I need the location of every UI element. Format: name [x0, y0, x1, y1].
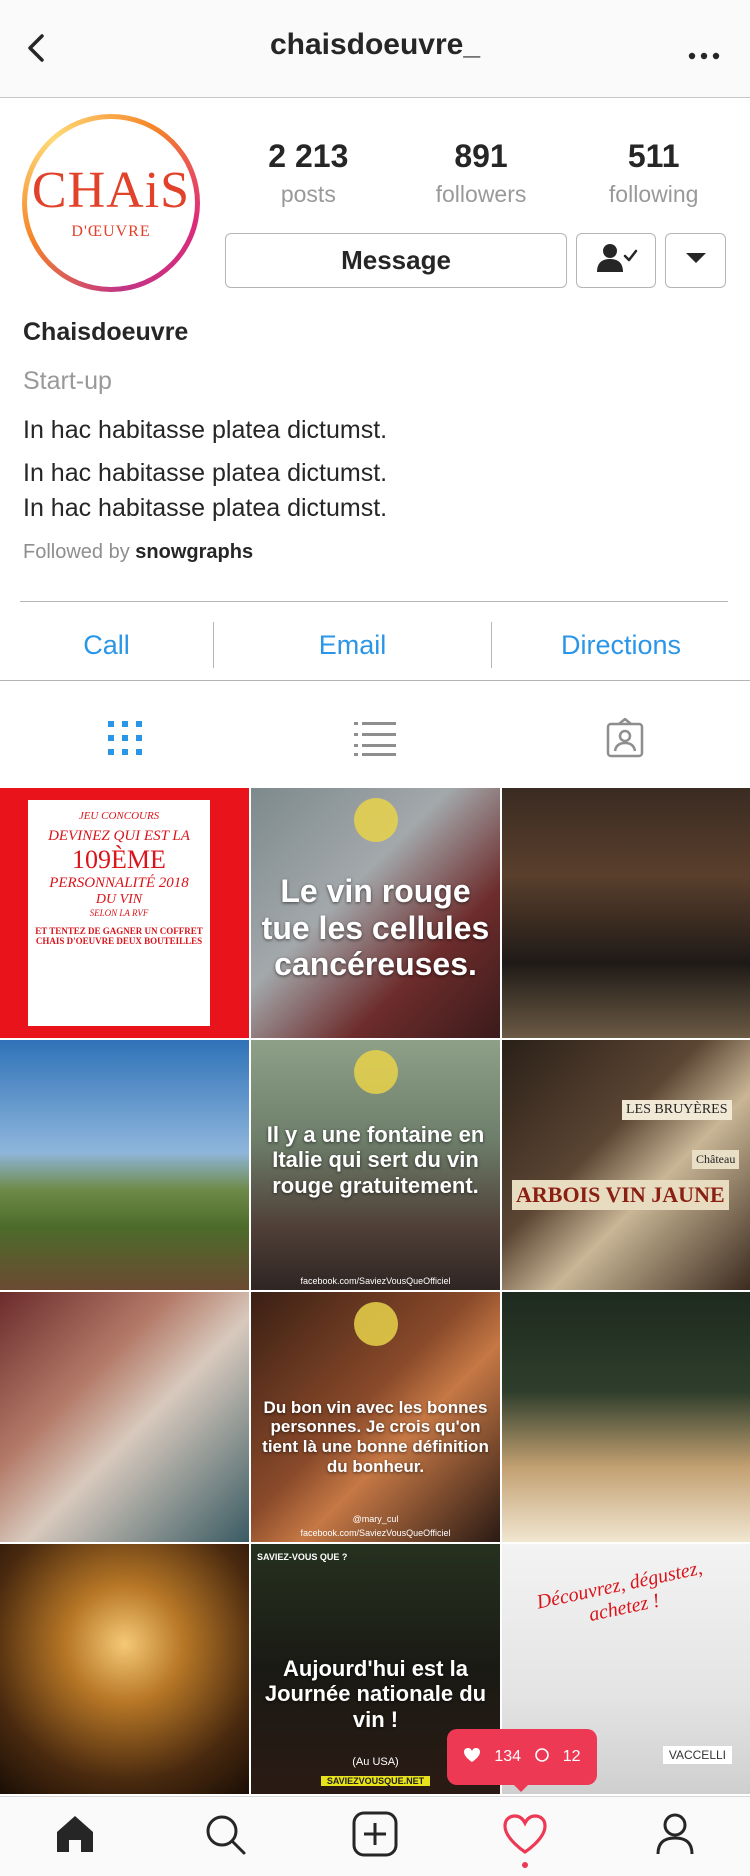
add-post-icon [351, 1810, 399, 1863]
post-text: VACCELLI [662, 1746, 732, 1764]
post-tile[interactable] [0, 1544, 249, 1794]
post-footer: facebook.com/SaviezVousQueOfficiel [300, 1528, 451, 1538]
profile-tabs [0, 700, 750, 780]
post-text: PERSONNALITÉ 2018 [49, 875, 189, 891]
stat-posts[interactable]: 2 213 posts [222, 138, 395, 208]
post-text: SAVIEZ-VOUS QUE ? [257, 1552, 348, 1562]
top-bar: chaisdoeuvre_ [0, 0, 750, 98]
profile-avatar[interactable]: CHAiS D'ŒUVRE [22, 114, 200, 292]
grid-icon [105, 718, 145, 763]
activity-notification[interactable]: 134 12 [447, 1729, 597, 1785]
logo-text: CHAiS [31, 162, 191, 219]
bulb-icon [353, 1302, 398, 1346]
post-text: 109ÈME [72, 845, 166, 874]
chevron-down-icon [684, 251, 708, 270]
post-text: Aujourd'hui est la Journée nationale du … [264, 1656, 487, 1732]
tab-list[interactable] [250, 700, 500, 780]
activity-dot [522, 1862, 528, 1868]
search-icon [203, 1812, 247, 1861]
bio-line: In hac habitasse platea dictumst. [23, 494, 388, 522]
stat-label: following [608, 181, 699, 207]
profile-stats: 2 213 posts 891 followers 511 following [222, 138, 740, 208]
home-icon [53, 1812, 97, 1861]
post-text: Château [692, 1150, 740, 1169]
following-button[interactable] [576, 233, 656, 288]
post-text: DEVINEZ QUI EST LA [48, 828, 190, 844]
followed-by[interactable]: Followed by snowgraphs [23, 541, 723, 564]
stat-value: 511 [627, 138, 680, 174]
nav-home[interactable] [0, 1797, 150, 1876]
email-button[interactable]: Email [214, 630, 491, 661]
heart-icon [463, 1747, 481, 1768]
post-grid: JEU CONCOURS DEVINEZ QUI EST LA 109ÈME P… [0, 788, 750, 1794]
followed-by-prefix: Followed by [23, 541, 130, 563]
post-tile[interactable] [0, 1040, 249, 1290]
comment-icon [534, 1747, 550, 1768]
post-tile[interactable]: Du bon vin avec les bonnes personnes. Je… [251, 1292, 500, 1542]
tab-tagged[interactable] [500, 700, 750, 780]
bulb-icon [353, 1050, 398, 1094]
tagged-icon [606, 716, 644, 763]
post-footer: SAVIEZVOUSQUE.NET [321, 1776, 430, 1786]
post-tile[interactable]: Le vin rouge tue les cellules cancéreuse… [251, 788, 500, 1038]
likes-count: 134 [494, 1748, 522, 1765]
nav-search[interactable] [150, 1797, 300, 1876]
post-text: SELON LA RVF [89, 908, 149, 918]
post-tile[interactable]: Il y a une fontaine en Italie qui sert d… [251, 1040, 500, 1290]
contest-card: JEU CONCOURS DEVINEZ QUI EST LA 109ÈME P… [28, 800, 210, 1026]
directions-button[interactable]: Directions [492, 630, 750, 661]
user-check-icon [594, 242, 638, 279]
post-tile[interactable] [502, 788, 750, 1038]
logo-subtext: D'ŒUVRE [71, 223, 151, 240]
profile-name: Chaisdoeuvre [23, 318, 189, 346]
brand-logo: CHAiS D'ŒUVRE [31, 123, 191, 283]
followed-by-user[interactable]: snowgraphs [135, 541, 253, 563]
list-icon [354, 720, 396, 761]
post-text: ARBOIS VIN JAUNE [512, 1180, 729, 1210]
profile-username: chaisdoeuvre_ [269, 28, 481, 61]
post-text: Découvrez, dégustez, achetez ! [534, 1556, 705, 1626]
post-handle: @mary_cul [352, 1514, 399, 1524]
divider [20, 601, 728, 602]
post-text: Du bon vin avec les bonnes personnes. Je… [262, 1397, 489, 1476]
stat-value: 2 213 [268, 138, 349, 174]
profile-bio: Chaisdoeuvre Start-up In hac habitasse p… [23, 318, 723, 564]
message-button[interactable]: Message [225, 233, 567, 288]
divider [0, 680, 750, 681]
post-text: Le vin rouge tue les cellules cancéreuse… [261, 872, 490, 983]
nav-activity[interactable] [450, 1797, 600, 1876]
post-text: CHAIS D'OEUVRE DEUX BOUTEILLES [35, 936, 203, 946]
profile-icon [655, 1812, 695, 1861]
more-options-icon[interactable] [684, 34, 724, 64]
nav-add[interactable] [300, 1797, 450, 1876]
call-button[interactable]: Call [0, 630, 213, 661]
tab-grid[interactable] [0, 700, 250, 780]
profile-category: Start-up [23, 367, 112, 395]
suggestions-dropdown-button[interactable] [665, 233, 726, 288]
post-tile[interactable] [0, 1292, 249, 1542]
post-text: DU VIN [95, 892, 143, 907]
stat-label: posts [280, 181, 336, 207]
stat-value: 891 [454, 138, 508, 174]
stat-following[interactable]: 511 following [567, 138, 740, 208]
post-text: Il y a une fontaine en Italie qui sert d… [266, 1122, 485, 1198]
bulb-icon [353, 798, 398, 842]
contact-bar: Call Email Directions [0, 610, 750, 680]
bio-line: In hac habitasse platea dictumst. [23, 416, 388, 444]
stat-followers[interactable]: 891 followers [395, 138, 568, 208]
post-tile[interactable]: ARBOIS VIN JAUNE LES BRUYÈRES Château [502, 1040, 750, 1290]
post-text: ET TENTEZ DE GAGNER UN COFFRET [35, 926, 203, 936]
notification-tail [511, 1782, 531, 1792]
comments-count: 12 [562, 1748, 581, 1765]
heart-outline-icon [502, 1813, 548, 1860]
post-text: JEU CONCOURS [78, 810, 160, 822]
post-text: LES BRUYÈRES [622, 1100, 732, 1120]
post-footer: facebook.com/SaviezVousQueOfficiel [300, 1276, 451, 1286]
post-tile[interactable]: JEU CONCOURS DEVINEZ QUI EST LA 109ÈME P… [0, 788, 249, 1038]
stat-label: followers [435, 181, 527, 207]
bottom-nav [0, 1796, 750, 1876]
nav-profile[interactable] [600, 1797, 750, 1876]
post-tile[interactable] [502, 1292, 750, 1542]
bio-line: In hac habitasse platea dictumst. [23, 459, 388, 487]
